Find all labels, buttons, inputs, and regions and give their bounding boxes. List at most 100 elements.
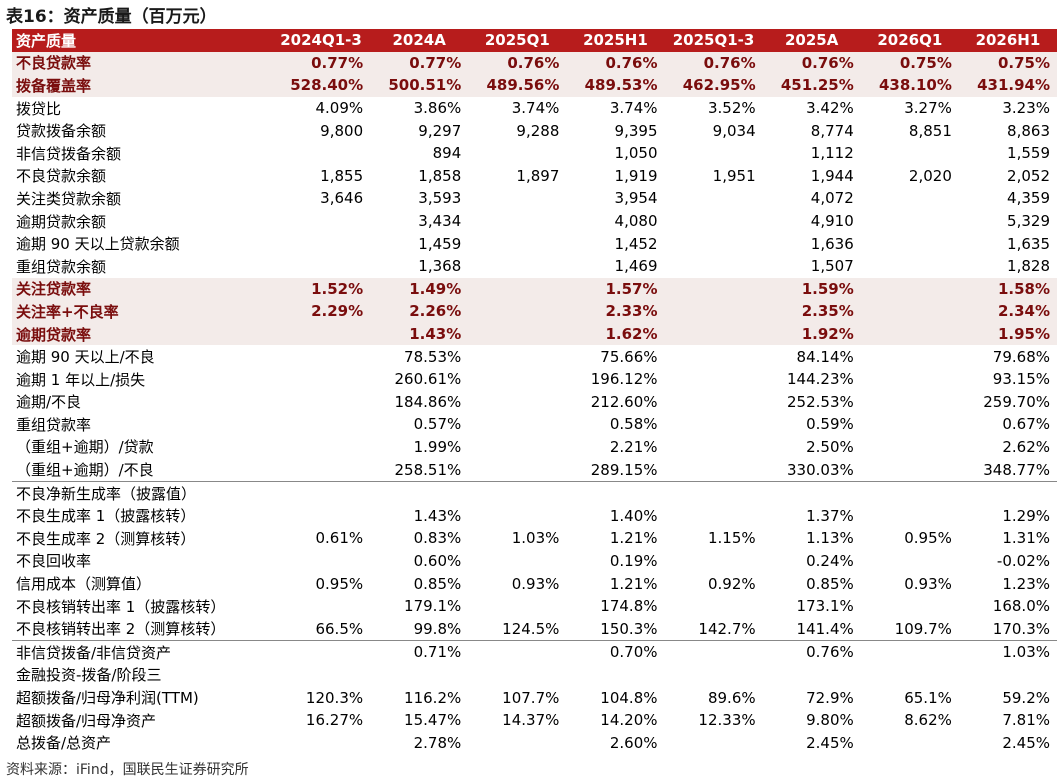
value-cell: 1,507 [810, 257, 854, 276]
value-cell: 99.8% [413, 619, 462, 638]
value-cell: 348.77% [983, 460, 1050, 479]
value-cell: 1.49% [370, 277, 469, 301]
value-cell: 142.7% [698, 619, 756, 638]
value-cell: 15.47% [404, 711, 462, 730]
value-cell: 0.92% [707, 574, 756, 593]
header-period-cell: 2025Q1 [468, 29, 567, 52]
value-cell: 289.15% [590, 460, 658, 479]
value-cell [272, 368, 370, 391]
value-cell: 528.40% [272, 74, 371, 97]
value-cell: 462.95% [664, 74, 763, 97]
value-cell: 1,368 [418, 257, 462, 276]
row-label-cell: 不良核销转出率 1（披露核转） [16, 597, 226, 616]
value-cell: 0.77% [272, 51, 371, 75]
value-cell: 1,944 [810, 166, 854, 185]
row-label-cell: 逾期 90 天以上贷款余额 [16, 235, 180, 254]
value-cell: 2.33% [566, 300, 665, 323]
value-cell: 0.95% [904, 529, 952, 548]
value-cell: 3,954 [614, 189, 658, 208]
row-label-cell: 拨贷比 [16, 99, 62, 118]
table-row: 超额拨备/归母净资产 16.27% 15.47% 14.37% 14.20% 12.33%… [12, 709, 1057, 732]
value-cell: 116.2% [404, 688, 462, 707]
value-cell: 170.3% [992, 619, 1050, 638]
header-period-cell: 2026H1 [958, 29, 1057, 52]
value-cell [272, 413, 370, 436]
table-title: 表16：资产质量（百万元） [6, 7, 217, 27]
value-cell: 489.53% [566, 74, 665, 97]
table-row: 不良贷款余额 1,855 1,858 1,897 1,919 1,951 1,944 2,02… [12, 165, 1057, 188]
value-cell: 2.62% [1002, 437, 1050, 456]
value-cell [566, 664, 664, 687]
value-cell: 1.40% [609, 506, 658, 525]
value-cell [861, 391, 959, 414]
value-cell [468, 664, 566, 687]
table-row: 非信贷拨备/非信贷资产 0.71% 0.70% 0.76% 1.03% [12, 640, 1057, 664]
value-cell [468, 731, 566, 754]
value-cell [861, 458, 959, 481]
value-cell: 184.86% [394, 392, 462, 411]
value-cell: 431.94% [958, 74, 1057, 97]
value-cell: 2,052 [1007, 166, 1050, 185]
table-row: 逾期 90 天以上贷款余额 1,459 1,452 1,636 1,635 [12, 232, 1057, 255]
header-period-cell: 2026Q1 [860, 29, 959, 52]
value-cell: 1,469 [614, 257, 658, 276]
value-cell: 3.74% [609, 99, 658, 118]
value-cell: 1,559 [1007, 144, 1050, 163]
value-cell [468, 368, 566, 391]
value-cell [665, 458, 763, 481]
table-row: 不良生成率 2（测算核转） 0.61% 0.83% 1.03% 1.21% 1.15% 1.… [12, 527, 1057, 550]
value-cell: 3.42% [806, 99, 854, 118]
value-cell: 0.76% [566, 51, 665, 75]
row-label-cell: 不良贷款余额 [16, 167, 107, 186]
value-cell: 1.58% [958, 277, 1057, 301]
value-cell [861, 232, 959, 255]
row-label-cell: 不良回收率 [16, 552, 92, 571]
value-cell: 3.52% [707, 99, 756, 118]
table-row: 不良核销转出率 1（披露核转） 179.1% 174.8% 173.1% 168.0% [12, 595, 1057, 618]
table-row: 关注类贷款余额 3,646 3,593 3,954 4,072 4,359 [12, 187, 1057, 210]
value-cell: 1.52% [272, 277, 371, 301]
value-cell: 0.67% [1002, 415, 1050, 434]
value-cell: 0.95% [315, 574, 364, 593]
value-cell: 9,800 [320, 121, 364, 140]
table-row: 信用成本（测算值） 0.95% 0.85% 0.93% 1.21% 0.92% 0.85% 0… [12, 572, 1057, 595]
row-label-cell: 不良生成率 1（披露核转） [16, 507, 196, 526]
value-cell: 107.7% [502, 688, 560, 707]
table-row: 拨备覆盖率 528.40% 500.51% 489.56% 489.53% 462.95%… [12, 74, 1057, 97]
row-label-cell: （重组+逾期）/贷款 [16, 438, 154, 457]
value-cell: 3,434 [418, 212, 462, 231]
header-period-cell: 2025H1 [566, 29, 665, 52]
value-cell: 3.27% [904, 99, 952, 118]
value-cell: 2.26% [370, 300, 469, 323]
header-label-cell: 资产质量 [12, 29, 272, 52]
row-label-cell: 关注率+不良率 [12, 300, 272, 323]
value-cell: 438.10% [860, 74, 959, 97]
value-cell: -0.02% [996, 551, 1050, 570]
row-label-cell: 不良贷款率 [12, 51, 272, 75]
value-cell [665, 504, 763, 527]
value-cell: 78.53% [404, 347, 462, 366]
value-cell [861, 187, 959, 210]
value-cell: 4,080 [614, 212, 658, 231]
row-label-cell: 逾期 90 天以上/不良 [16, 348, 155, 367]
row-label-cell: 逾期贷款率 [12, 322, 272, 346]
value-cell [272, 595, 370, 618]
value-cell: 1.21% [609, 529, 658, 548]
value-cell [861, 210, 959, 233]
value-cell: 1.03% [511, 529, 560, 548]
value-cell: 0.59% [806, 415, 854, 434]
value-cell [468, 504, 566, 527]
value-cell: 489.56% [468, 74, 567, 97]
table-header-row: 资产质量 2024Q1-3 2024A 2025Q1 2025H1 2025Q1-3 202… [12, 29, 1057, 52]
value-cell [272, 210, 370, 233]
value-cell: 0.61% [315, 529, 364, 548]
value-cell: 124.5% [502, 619, 560, 638]
value-cell: 2,020 [908, 166, 952, 185]
value-cell: 0.83% [413, 529, 462, 548]
value-cell [665, 368, 763, 391]
value-cell [861, 142, 959, 165]
value-cell: 0.71% [370, 640, 469, 664]
table-row: 逾期贷款率 1.43% 1.62% 1.92% 1.95% [12, 322, 1057, 346]
value-cell: 7.81% [1002, 711, 1050, 730]
row-label-cell: 非信贷拨备/非信贷资产 [12, 640, 272, 664]
